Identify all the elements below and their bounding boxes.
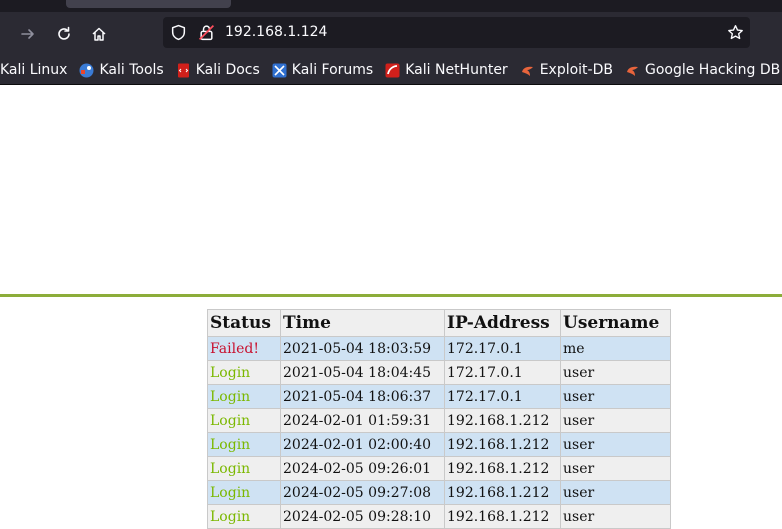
time-cell: 2021-05-04 18:04:45 — [281, 361, 444, 384]
reload-button[interactable] — [52, 22, 76, 46]
bookmark-google-hacking-db[interactable]: Google Hacking DB — [625, 62, 780, 78]
table-row: Login 2024-02-01 01:59:31 192.168.1.212 … — [208, 409, 670, 432]
time-cell: 2024-02-05 09:28:10 — [281, 505, 444, 528]
kali-nethunter-icon — [385, 63, 400, 78]
time-cell: 2021-05-04 18:03:59 — [281, 337, 444, 360]
home-button[interactable] — [87, 22, 111, 46]
home-icon — [92, 27, 106, 41]
username-cell: user — [561, 409, 670, 432]
bookmark-kali-docs[interactable]: Kali Docs — [176, 62, 260, 78]
ip-cell: 172.17.0.1 — [445, 385, 560, 408]
bookmark-label: Kali NetHunter — [405, 62, 508, 78]
table-row: Login 2024-02-01 02:00:40 192.168.1.212 … — [208, 433, 670, 456]
insecure-lock-icon[interactable] — [198, 24, 215, 41]
status-cell: Login — [208, 457, 280, 480]
username-cell: me — [561, 337, 670, 360]
time-cell: 2024-02-01 02:00:40 — [281, 433, 444, 456]
bookmark-exploit-db[interactable]: Exploit-DB — [520, 62, 613, 78]
ip-cell: 192.168.1.212 — [445, 409, 560, 432]
status-cell: Failed! — [208, 337, 280, 360]
status-cell: Login — [208, 385, 280, 408]
username-cell: user — [561, 457, 670, 480]
status-cell: Login — [208, 433, 280, 456]
status-cell: Login — [208, 361, 280, 384]
shield-icon[interactable] — [170, 24, 187, 41]
username-cell: user — [561, 481, 670, 504]
ip-cell: 192.168.1.212 — [445, 505, 560, 528]
kali-docs-icon — [176, 63, 191, 78]
header-time: Time — [281, 310, 444, 336]
status-cell: Login — [208, 409, 280, 432]
google-hacking-db-icon — [625, 63, 640, 78]
status-cell: Login — [208, 505, 280, 528]
bookmark-label: Google Hacking DB — [644, 62, 781, 78]
ip-cell: 192.168.1.212 — [445, 481, 560, 504]
username-cell: user — [561, 505, 670, 528]
ip-cell: 192.168.1.212 — [445, 457, 560, 480]
navigation-toolbar: 192.168.1.124 — [0, 12, 782, 56]
time-cell: 2024-02-05 09:27:08 — [281, 481, 444, 504]
reload-icon — [58, 26, 70, 40]
forward-button[interactable] — [16, 22, 40, 46]
header-ip-address: IP-Address — [445, 310, 560, 336]
bookmarks-toolbar: Kali Linux Kali Tools Kali Docs Kali For… — [0, 56, 782, 85]
bookmark-kali-forums[interactable]: Kali Forums — [272, 62, 373, 78]
status-cell: Login — [208, 481, 280, 504]
table-header-row: Status Time IP-Address Username — [208, 310, 670, 336]
tab-strip — [0, 0, 782, 12]
active-tab[interactable] — [66, 0, 231, 8]
bookmark-label: Kali Forums — [291, 62, 374, 78]
header-username: Username — [561, 310, 670, 336]
username-cell: user — [561, 385, 670, 408]
bookmark-label: Kali Linux — [0, 62, 68, 78]
bookmark-star-icon[interactable] — [727, 24, 744, 41]
bookmark-label: Kali Docs — [195, 62, 260, 78]
table-row: Login 2024-02-05 09:26:01 192.168.1.212 … — [208, 457, 670, 480]
username-cell: user — [561, 433, 670, 456]
table-row: Failed! 2021-05-04 18:03:59 172.17.0.1 m… — [208, 337, 670, 360]
green-divider — [0, 294, 782, 297]
url-text[interactable]: 192.168.1.124 — [225, 17, 327, 48]
exploit-db-icon — [520, 63, 535, 78]
time-cell: 2021-05-04 18:06:37 — [281, 385, 444, 408]
ip-cell: 172.17.0.1 — [445, 337, 560, 360]
bookmark-label: Exploit-DB — [539, 62, 613, 78]
time-cell: 2024-02-01 01:59:31 — [281, 409, 444, 432]
address-bar[interactable]: 192.168.1.124 — [163, 17, 750, 48]
bookmark-kali-tools[interactable]: Kali Tools — [79, 62, 164, 78]
ip-cell: 172.17.0.1 — [445, 361, 560, 384]
bookmark-kali-nethunter[interactable]: Kali NetHunter — [385, 62, 508, 78]
table-row: Login 2024-02-05 09:27:08 192.168.1.212 … — [208, 481, 670, 504]
kali-forums-icon — [272, 63, 287, 78]
bookmark-label: Kali Tools — [99, 62, 164, 78]
arrow-right-icon — [21, 29, 34, 39]
ip-cell: 192.168.1.212 — [445, 433, 560, 456]
table-row: Login 2024-02-05 09:28:10 192.168.1.212 … — [208, 505, 670, 528]
login-log-table: Status Time IP-Address Username Failed! … — [207, 309, 671, 529]
table-row: Login 2021-05-04 18:06:37 172.17.0.1 use… — [208, 385, 670, 408]
time-cell: 2024-02-05 09:26:01 — [281, 457, 444, 480]
bookmark-kali-linux[interactable]: Kali Linux — [0, 62, 67, 78]
username-cell: user — [561, 361, 670, 384]
kali-tools-icon — [79, 63, 94, 78]
table-row: Login 2021-05-04 18:04:45 172.17.0.1 use… — [208, 361, 670, 384]
header-status: Status — [208, 310, 280, 336]
